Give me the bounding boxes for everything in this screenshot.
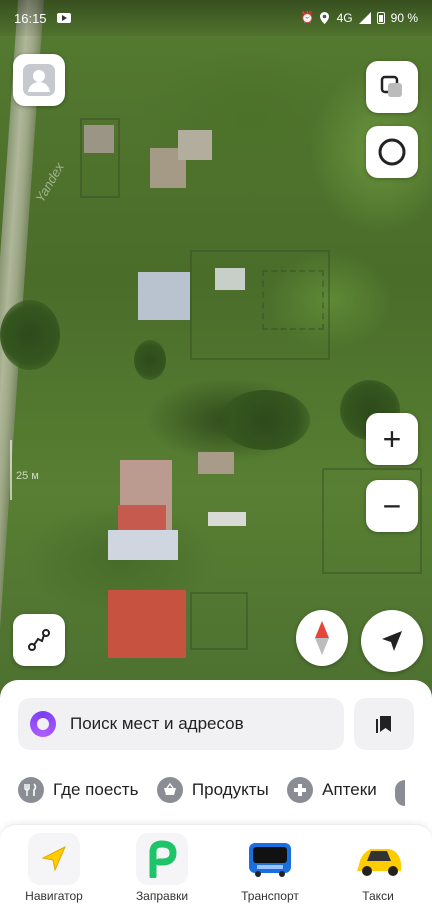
map-roof: [84, 125, 114, 153]
map-roof: [178, 130, 212, 160]
minus-icon: −: [382, 488, 402, 524]
avatar-icon: [23, 64, 55, 96]
pharmacy-cross-icon: [287, 777, 314, 803]
service-taxi[interactable]: Такси: [333, 833, 423, 903]
chip-label: Аптеки: [322, 780, 377, 799]
status-time: 16:15: [14, 10, 47, 26]
location-icon: [319, 12, 331, 24]
service-transport[interactable]: Транспорт: [225, 833, 315, 903]
scale-label: 25 м: [16, 470, 39, 482]
bus-icon: [244, 833, 296, 885]
chip-label: Продукты: [191, 780, 269, 799]
battery-icon: [376, 12, 385, 24]
youtube-notification-icon: [56, 13, 71, 23]
map-plot: [190, 592, 248, 650]
service-navigator[interactable]: Навигатор: [9, 833, 99, 903]
status-bar: 16:15 ⏰ 4G 90 %: [0, 0, 432, 36]
service-label: Заправки: [135, 889, 189, 903]
fuel-icon: [136, 833, 188, 885]
chip-where-to-eat[interactable]: Где поесть: [18, 770, 138, 810]
services-bar: Навигатор Заправки Транспорт Такси: [0, 824, 432, 910]
search-input[interactable]: Поиск мест и адресов: [18, 698, 344, 750]
battery-percent: 90 %: [390, 11, 418, 25]
bottom-sheet[interactable]: Поиск мест и адресов Где поесть Продукты…: [0, 680, 432, 910]
service-label: Такси: [362, 889, 394, 903]
chip-more-partial[interactable]: [395, 779, 406, 806]
map-roof: [108, 530, 178, 560]
service-label: Транспорт: [241, 889, 299, 903]
map-roof: [198, 452, 234, 474]
map-tree: [0, 300, 60, 370]
bookmarks-icon: [376, 716, 391, 733]
taxi-car-icon: [352, 833, 404, 885]
alice-icon[interactable]: [30, 711, 56, 737]
network-type: 4G: [336, 11, 353, 25]
chip-label: Где поесть: [53, 780, 139, 799]
zoom-in-button[interactable]: +: [366, 413, 418, 465]
status-icons: ⏰ 4G 90 %: [301, 11, 418, 25]
map-plot: [262, 270, 324, 330]
layers-icon: [380, 75, 402, 97]
map-roof: [215, 268, 245, 290]
map-roof: [118, 505, 166, 533]
route-button[interactable]: [13, 614, 65, 666]
category-chips[interactable]: Где поесть Продукты Аптеки: [0, 770, 432, 810]
alice-assistant-button[interactable]: [366, 126, 418, 178]
compass-icon: [315, 621, 329, 655]
compass-button[interactable]: [296, 610, 348, 666]
service-label: Навигатор: [25, 889, 83, 903]
profile-button[interactable]: [13, 54, 65, 106]
basket-icon: [156, 777, 183, 803]
map-layers-button[interactable]: [366, 61, 418, 113]
search-placeholder: Поиск мест и адресов: [70, 714, 244, 733]
location-arrow-icon: [382, 631, 402, 651]
chip-pharmacies[interactable]: Аптеки: [287, 770, 377, 810]
signal-icon: [358, 12, 371, 24]
fork-knife-icon: [18, 777, 44, 803]
my-location-button[interactable]: [361, 610, 423, 672]
chip-groceries[interactable]: Продукты: [156, 770, 269, 810]
bookmarks-button[interactable]: [354, 698, 414, 750]
map-tree: [134, 340, 166, 380]
scale-bar: [10, 440, 12, 500]
map-roof: [208, 512, 246, 526]
service-fuel[interactable]: Заправки: [117, 833, 207, 903]
route-icon: [28, 629, 50, 651]
alarm-icon: ⏰: [300, 12, 315, 24]
alice-ring-icon: [378, 138, 406, 166]
map-roof: [138, 272, 190, 320]
navigator-arrow-icon: [28, 833, 80, 885]
map-roof: [108, 590, 186, 658]
map-tree: [220, 390, 310, 450]
map-watermark: Yandex: [32, 160, 67, 205]
plus-icon: +: [382, 421, 402, 457]
zoom-out-button[interactable]: −: [366, 480, 418, 532]
